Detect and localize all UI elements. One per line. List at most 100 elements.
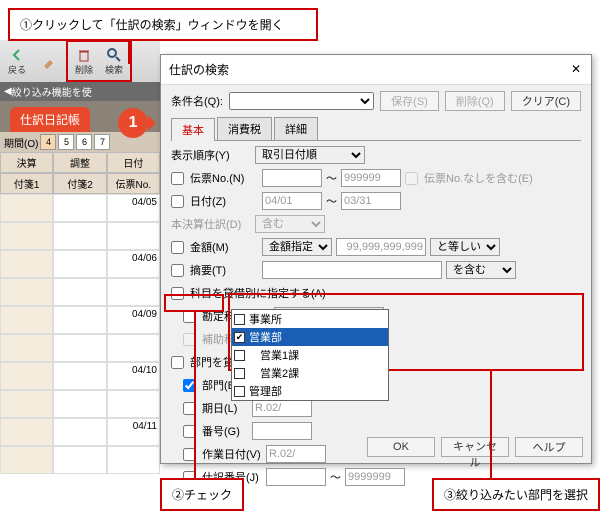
tab-journal[interactable]: 仕訳日記帳 [10,107,90,132]
dept-item-kanribu[interactable]: 管理部 [232,382,388,400]
cond-select[interactable] [229,92,374,110]
cell-date[interactable] [107,334,160,362]
amount-type-select[interactable]: 金額指定 [262,238,332,256]
col-chosei: 調整 [53,152,106,173]
checkbox-icon[interactable] [234,368,245,379]
cell-date[interactable] [107,278,160,306]
tab-detail[interactable]: 詳細 [274,117,318,140]
search-label: 検索 [105,63,123,76]
annotation-circle-1: 1 [118,108,148,138]
checkbox-icon[interactable] [234,386,245,397]
date-from[interactable] [262,192,322,210]
cell-date[interactable] [107,222,160,250]
annotation-step1: ①クリックして「仕訳の検索」ウィンドウを開く [8,8,318,41]
period-5[interactable]: 5 [58,134,74,150]
cell-date[interactable] [107,390,160,418]
display-order-select[interactable]: 取引日付順 [255,146,365,164]
dialog-title: 仕訳の検索 [169,61,229,78]
dept-item-eigyobu[interactable]: ✔営業部 [232,328,388,346]
tab-tax[interactable]: 消費税 [217,117,272,140]
shiwake-bango-to[interactable] [345,468,405,486]
honkessan-label: 本決算仕訳(D) [171,216,251,232]
dept-label: 事業所 [249,311,282,327]
dialog-body: 条件名(Q): 保存(S) 削除(Q) クリア(C) 基本 消費税 詳細 表示順… [161,85,591,496]
kamoku-section-label: 科目を貸借別に指定する(A) [190,285,326,301]
cell-date[interactable]: 04/10 [107,362,160,390]
dept-item-eigyo1[interactable]: 営業1課 [232,346,388,364]
grid-body: 04/05 04/06 04/09 04/10 04/11 [0,194,160,474]
denpyo-no-check[interactable] [171,172,184,185]
period-4[interactable]: 4 [40,134,56,150]
range-tilde: ～ [330,469,341,485]
annotation-line-3 [490,371,492,479]
main-toolbar: 戻る 削除 検索 [0,40,160,82]
help-button[interactable]: ヘルプ [515,437,583,457]
search-icon [106,47,122,63]
cond-label: 条件名(Q): [171,93,223,109]
cell-date[interactable]: 04/06 [107,250,160,278]
col-kessan: 決算 [0,152,53,173]
display-order-label: 表示順序(Y) [171,147,251,163]
chevron-left-icon[interactable]: ◀ [4,86,12,97]
cell-date[interactable]: 04/05 [107,194,160,222]
clear-button[interactable]: クリア(C) [511,91,581,111]
tekiyo-cond-select[interactable]: を含む [446,261,516,279]
kamoku-section-check[interactable] [171,287,184,300]
back-icon [9,47,25,63]
denpyo-no-from[interactable] [262,169,322,187]
amount-cond-select[interactable]: と等しい [430,238,500,256]
tekiyo-check[interactable] [171,264,184,277]
dept-label: 営業1課 [249,347,299,363]
delete-button[interactable]: 削除 [69,43,99,79]
delete-icon [76,47,92,63]
bango-label: 番号(G) [202,423,248,439]
checkbox-icon[interactable] [234,350,245,361]
shiwake-bango-from[interactable] [266,468,326,486]
journal-grid: 決算 調整 日付 付箋1 付箋2 伝票No. 04/05 04/06 04/09… [0,152,160,474]
cancel-button[interactable]: キャンセル [441,437,509,457]
bumon-section-check[interactable] [171,356,184,369]
tab-basic[interactable]: 基本 [171,118,215,141]
checkbox-icon[interactable]: ✔ [234,332,245,343]
bango-input[interactable] [252,422,312,440]
date-to[interactable] [341,192,401,210]
search-button[interactable]: 検索 [99,43,129,79]
denpyo-no-to[interactable] [341,169,401,187]
bumon-dropdown-list[interactable]: 事業所 ✔営業部 営業1課 営業2課 管理部 [231,309,389,401]
col-date: 日付 [107,152,160,173]
period-label: 期間(O) [4,135,38,150]
denpyo-no-include-check [405,172,418,185]
dept-item-eigyo2[interactable]: 営業2課 [232,364,388,382]
amount-check[interactable] [171,241,184,254]
date-check[interactable] [171,195,184,208]
delete-cond-button[interactable]: 削除(Q) [445,91,505,111]
range-tilde: ～ [326,170,337,186]
kijitsu-from[interactable] [252,399,312,417]
tekiyo-input[interactable] [262,261,442,279]
date-label: 日付(Z) [190,193,258,209]
period-7[interactable]: 7 [94,134,110,150]
amount-label: 金額(M) [190,239,258,255]
save-button[interactable]: 保存(S) [380,91,439,111]
dept-item-jigyosho[interactable]: 事業所 [232,310,388,328]
col-fusen1: 付箋1 [0,173,53,194]
checkbox-icon[interactable] [234,314,245,325]
honkessan-select: 含む [255,215,325,233]
back-label: 戻る [8,63,26,76]
period-6[interactable]: 6 [76,134,92,150]
sagyo-from[interactable] [266,445,326,463]
cell-date[interactable] [107,446,160,474]
cell-date[interactable]: 04/11 [107,418,160,446]
fwd-button[interactable] [34,43,64,79]
amount-to[interactable] [336,238,426,256]
annotation-step2: ②チェック [160,478,244,511]
dept-label: 営業2課 [249,365,299,381]
search-tool-highlight: 削除 検索 [66,40,132,82]
delete-label: 削除 [75,63,93,76]
cell-date[interactable]: 04/09 [107,306,160,334]
annotation-step3: ③絞り込みたい部門を選択 [432,478,600,511]
ok-button[interactable]: OK [367,437,435,457]
close-icon[interactable]: ✕ [569,63,583,77]
back-button[interactable]: 戻る [2,43,32,79]
denpyo-no-label: 伝票No.(N) [190,170,258,186]
